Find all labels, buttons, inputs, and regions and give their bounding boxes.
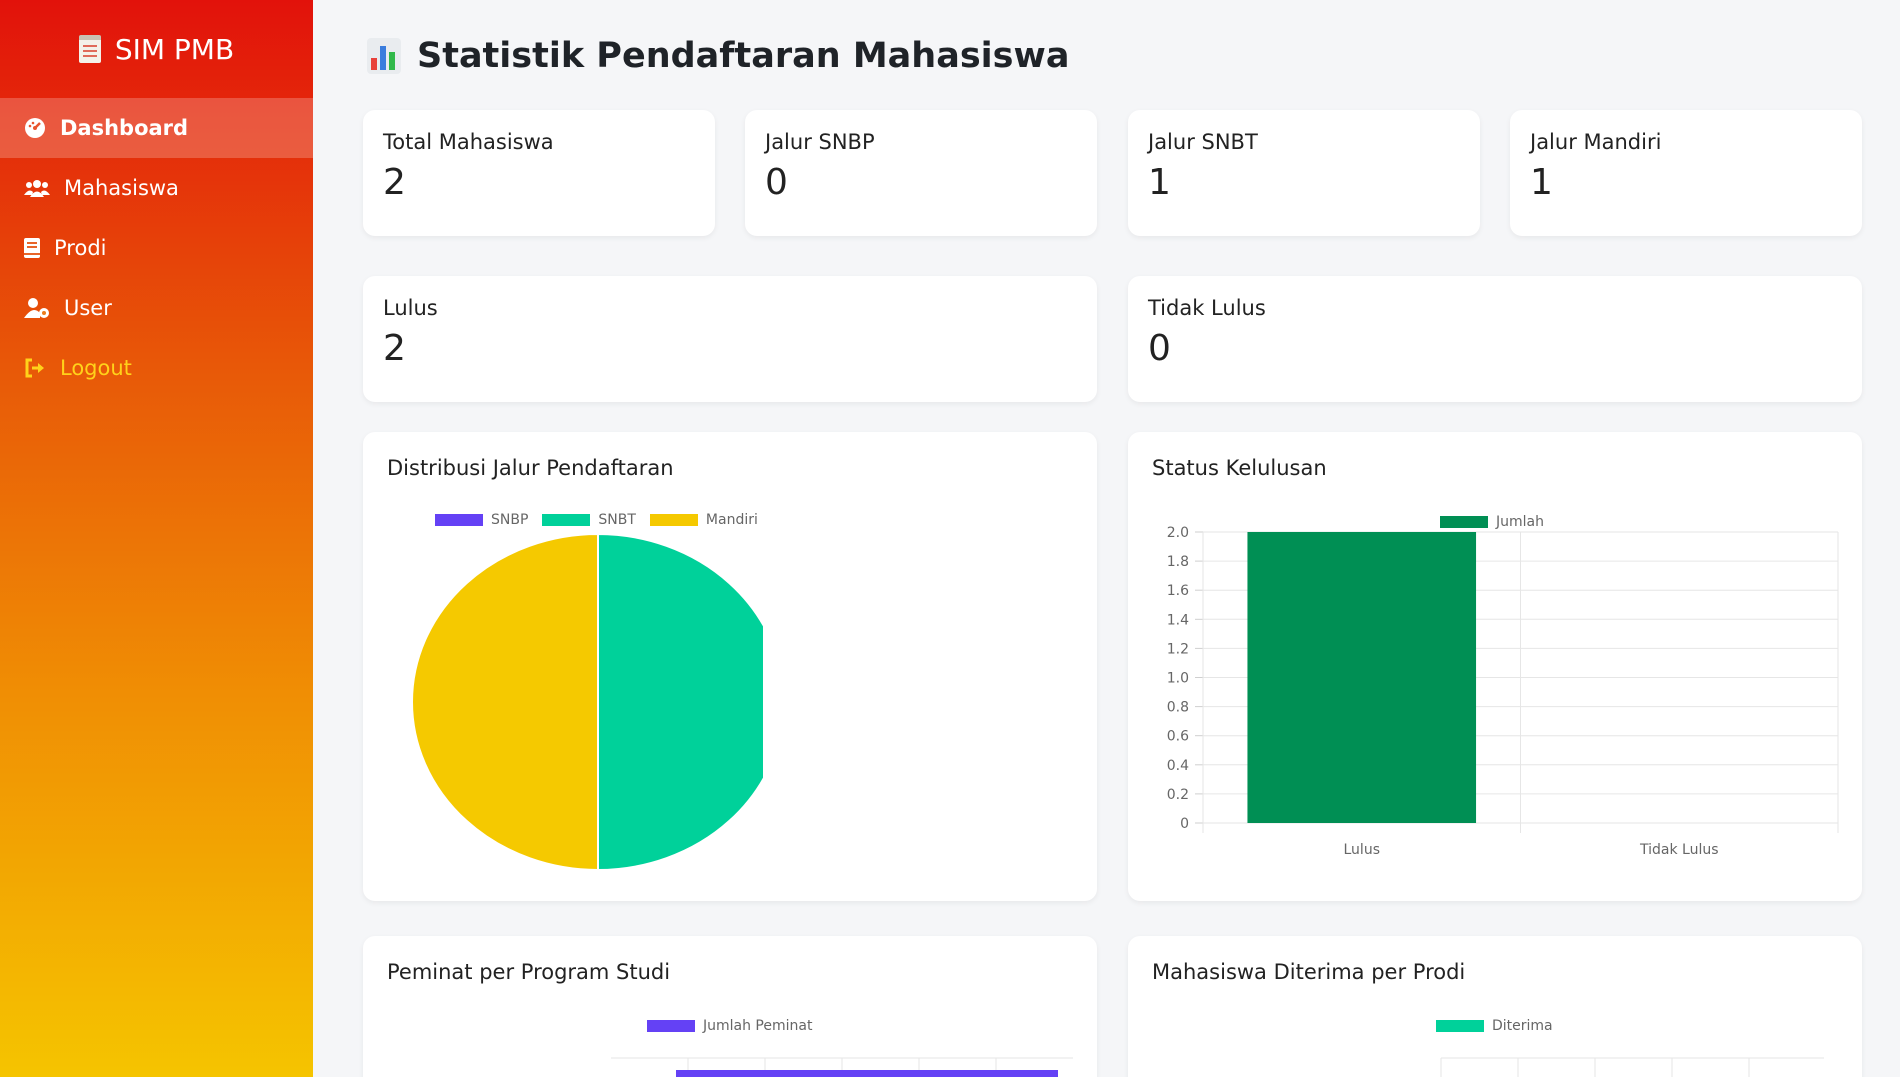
y-tick-label: 1.2 xyxy=(1167,641,1189,657)
stat-value: 1 xyxy=(1530,162,1553,203)
sidebar-item-label: User xyxy=(64,296,112,320)
stat-label: Jalur Mandiri xyxy=(1530,130,1662,154)
chart-card-diterima: Mahasiswa Diterima per Prodi Diterima xyxy=(1128,936,1862,1077)
legend-swatch xyxy=(1436,1020,1484,1032)
user-cog-icon xyxy=(24,297,50,319)
legend-label: SNBP xyxy=(491,512,529,528)
chart-card-kelulusan: Status Kelulusan Jumlah 2.0 1.8 1.6 1.4 1.2 1… xyxy=(1128,432,1862,901)
y-tick-label: 1.4 xyxy=(1167,612,1189,628)
x-tick-label: Tidak Lulus xyxy=(1639,842,1719,858)
sidebar-item-label: Mahasiswa xyxy=(64,176,179,200)
chart-legend[interactable]: SNBP SNBT Mandiri xyxy=(435,512,758,528)
stat-card-lulus: Lulus 2 xyxy=(363,276,1097,402)
y-tick-label: 0.4 xyxy=(1167,758,1189,774)
chart-title: Distribusi Jalur Pendaftaran xyxy=(387,456,674,480)
y-tick-label: 1.0 xyxy=(1167,671,1189,687)
legend-swatch xyxy=(647,1020,695,1032)
bar xyxy=(676,1070,1058,1077)
sidebar-item-mahasiswa[interactable]: Mahasiswa xyxy=(0,158,313,218)
sidebar-item-dashboard[interactable]: Dashboard xyxy=(0,98,313,158)
y-tick-label: 1.8 xyxy=(1167,554,1189,570)
y-tick-label: 1.6 xyxy=(1167,583,1189,599)
chart-title: Status Kelulusan xyxy=(1152,456,1327,480)
y-tick-label: 0 xyxy=(1180,816,1189,832)
y-tick-label: 2.0 xyxy=(1167,525,1189,541)
chart-title: Peminat per Program Studi xyxy=(387,960,671,984)
main-content: Statistik Pendaftaran Mahasiswa Total Ma… xyxy=(313,0,1900,1077)
x-tick-label: Lulus xyxy=(1344,842,1380,858)
sidebar-item-label: Logout xyxy=(60,356,132,380)
stat-card-snbp: Jalur SNBP 0 xyxy=(745,110,1097,236)
bar-chart-icon xyxy=(367,38,401,74)
sidebar: SIM PMB Dashboard Mahasiswa Prodi User L… xyxy=(0,0,313,1077)
legend-label: Jumlah Peminat xyxy=(703,1018,813,1034)
book-icon xyxy=(24,237,40,259)
legend-swatch xyxy=(435,514,483,526)
pie-slice-mandiri[interactable] xyxy=(411,532,599,872)
sidebar-item-user[interactable]: User xyxy=(0,278,313,338)
legend-swatch xyxy=(649,514,698,526)
brand-label: SIM PMB xyxy=(114,32,235,66)
chart-legend[interactable]: Jumlah Peminat xyxy=(647,1018,812,1034)
legend-item-snbt[interactable]: SNBT xyxy=(542,512,636,528)
y-tick-label: 0.8 xyxy=(1167,700,1189,716)
legend-label: Mandiri xyxy=(705,512,758,528)
legend-item-snbp[interactable]: SNBP xyxy=(435,512,528,528)
chart-card-peminat: Peminat per Program Studi Jumlah Peminat xyxy=(363,936,1097,1077)
stat-card-snbt: Jalur SNBT 1 xyxy=(1128,110,1480,236)
stat-value: 2 xyxy=(383,328,406,369)
y-tick-label: 0.2 xyxy=(1167,787,1189,803)
stat-label: Jalur SNBT xyxy=(1148,130,1258,154)
bar-lulus[interactable] xyxy=(1247,532,1477,823)
chart-legend[interactable]: Diterima xyxy=(1436,1018,1553,1034)
y-tick-label: 0.6 xyxy=(1167,729,1189,745)
legend-swatch xyxy=(542,514,591,526)
stat-label: Tidak Lulus xyxy=(1148,296,1266,320)
stat-value: 0 xyxy=(1148,328,1171,369)
bar-chart: 2.0 1.8 1.6 1.4 1.2 1.0 0.8 0.6 0.4 0.2 0 Lulus Tida… xyxy=(1167,525,1839,858)
chart-card-jalur: Distribusi Jalur Pendaftaran SNBP SNBT M… xyxy=(363,432,1097,901)
stat-card-tidak-lulus: Tidak Lulus 0 xyxy=(1128,276,1862,402)
sidebar-item-label: Dashboard xyxy=(60,116,189,140)
peminat-chart xyxy=(611,1057,1073,1077)
stat-label: Lulus xyxy=(383,296,438,320)
stat-card-total: Total Mahasiswa 2 xyxy=(363,110,715,236)
sidebar-item-logout[interactable]: Logout xyxy=(0,338,313,398)
legend-label: SNBT xyxy=(598,512,636,528)
sidebar-item-label: Prodi xyxy=(54,236,107,260)
logout-icon xyxy=(24,357,46,379)
stat-card-mandiri: Jalur Mandiri 1 xyxy=(1510,110,1862,236)
stat-value: 1 xyxy=(1148,162,1171,203)
pie-slice-snbt[interactable] xyxy=(597,532,763,872)
stat-value: 0 xyxy=(765,162,788,203)
sidebar-item-prodi[interactable]: Prodi xyxy=(0,218,313,278)
gauge-icon xyxy=(24,117,46,139)
legend-label: Diterima xyxy=(1492,1018,1553,1034)
stat-label: Total Mahasiswa xyxy=(383,130,554,154)
page-title: Statistik Pendaftaran Mahasiswa xyxy=(367,36,1069,76)
diterima-chart xyxy=(1440,1057,1824,1077)
users-icon xyxy=(24,177,50,199)
page-title-text: Statistik Pendaftaran Mahasiswa xyxy=(417,36,1070,76)
chart-title: Mahasiswa Diterima per Prodi xyxy=(1152,960,1466,984)
clipboard-icon xyxy=(78,35,101,63)
brand[interactable]: SIM PMB xyxy=(0,0,313,98)
stat-label: Jalur SNBP xyxy=(765,130,875,154)
legend-item-mandiri[interactable]: Mandiri xyxy=(649,512,758,528)
pie-chart xyxy=(411,532,763,872)
stat-value: 2 xyxy=(383,162,406,203)
